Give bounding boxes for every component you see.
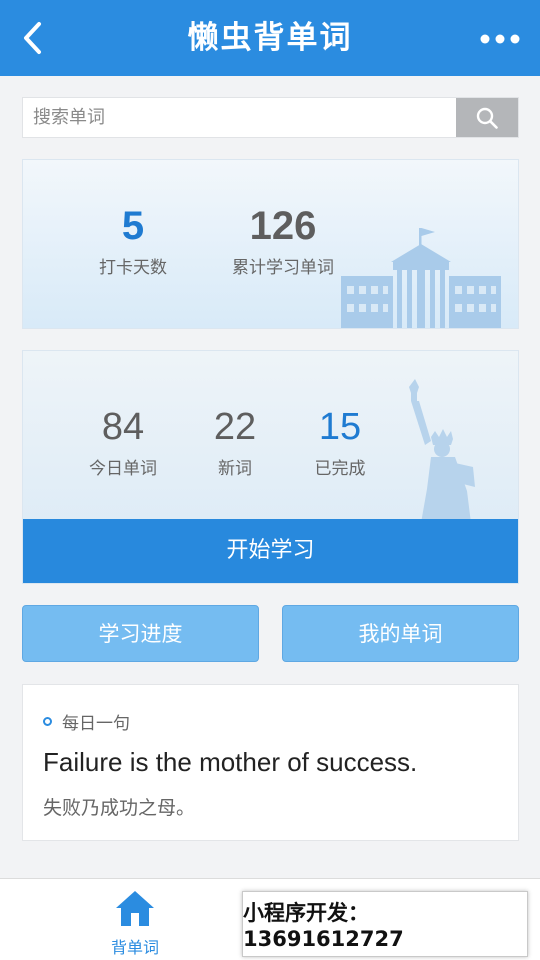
- daily-quote-chinese: 失败乃成功之母。: [43, 797, 196, 819]
- daily-quote-english: Failure is the mother of success.: [43, 747, 418, 777]
- bullet-circle-icon: [43, 717, 52, 726]
- home-icon: [116, 891, 154, 926]
- more-button[interactable]: [478, 24, 522, 54]
- tab-words-label: 背单词: [110, 938, 159, 957]
- daily-quote-tag-label: 每日一句: [62, 714, 130, 734]
- daily-quote-tag: 每日一句: [43, 709, 130, 734]
- page-title: 懒虫背单词: [187, 20, 353, 56]
- completed-words-value: 15: [318, 406, 362, 448]
- search-icon: [476, 107, 498, 129]
- total-words-value: 126: [249, 204, 317, 248]
- total-words-label: 累计学习单词: [232, 258, 334, 278]
- contact-banner: 小程序开发：13691612727: [242, 891, 528, 957]
- new-words-stat: 22 新词: [190, 403, 280, 481]
- daily-quote-card: 每日一句 Failure is the mother of success. 失…: [22, 684, 519, 841]
- study-progress-button[interactable]: 学习进度: [22, 605, 259, 662]
- tab-words[interactable]: 背单词: [65, 889, 205, 958]
- completed-words-label: 已完成: [314, 459, 366, 479]
- today-words-stat: 84 今日单词: [78, 403, 168, 481]
- checkin-days-value: 5: [121, 204, 145, 248]
- total-words-stat: 126 累计学习单词: [218, 202, 348, 280]
- more-dots-icon: [480, 34, 520, 44]
- today-words-label: 今日单词: [89, 459, 157, 479]
- nav-bar: 懒虫背单词: [0, 0, 540, 76]
- start-study-button[interactable]: 开始学习: [23, 519, 518, 583]
- completed-words-stat: 15 已完成: [295, 403, 385, 481]
- today-words-value: 84: [101, 406, 145, 448]
- my-words-button[interactable]: 我的单词: [282, 605, 519, 662]
- checkin-days-stat: 5 打卡天数: [83, 202, 183, 280]
- new-words-value: 22: [213, 406, 257, 448]
- search-button[interactable]: [456, 98, 518, 137]
- today-study-card: 84 今日单词 22 新词 15 已完成 开始学习: [22, 350, 519, 584]
- statue-of-liberty-icon: [409, 379, 475, 523]
- capitol-building-icon: [341, 228, 501, 328]
- search-bar: [22, 97, 519, 138]
- search-input[interactable]: [23, 98, 456, 137]
- checkin-stats-card: 5 打卡天数 126 累计学习单词: [22, 159, 519, 329]
- checkin-days-label: 打卡天数: [99, 258, 167, 278]
- new-words-label: 新词: [218, 459, 252, 479]
